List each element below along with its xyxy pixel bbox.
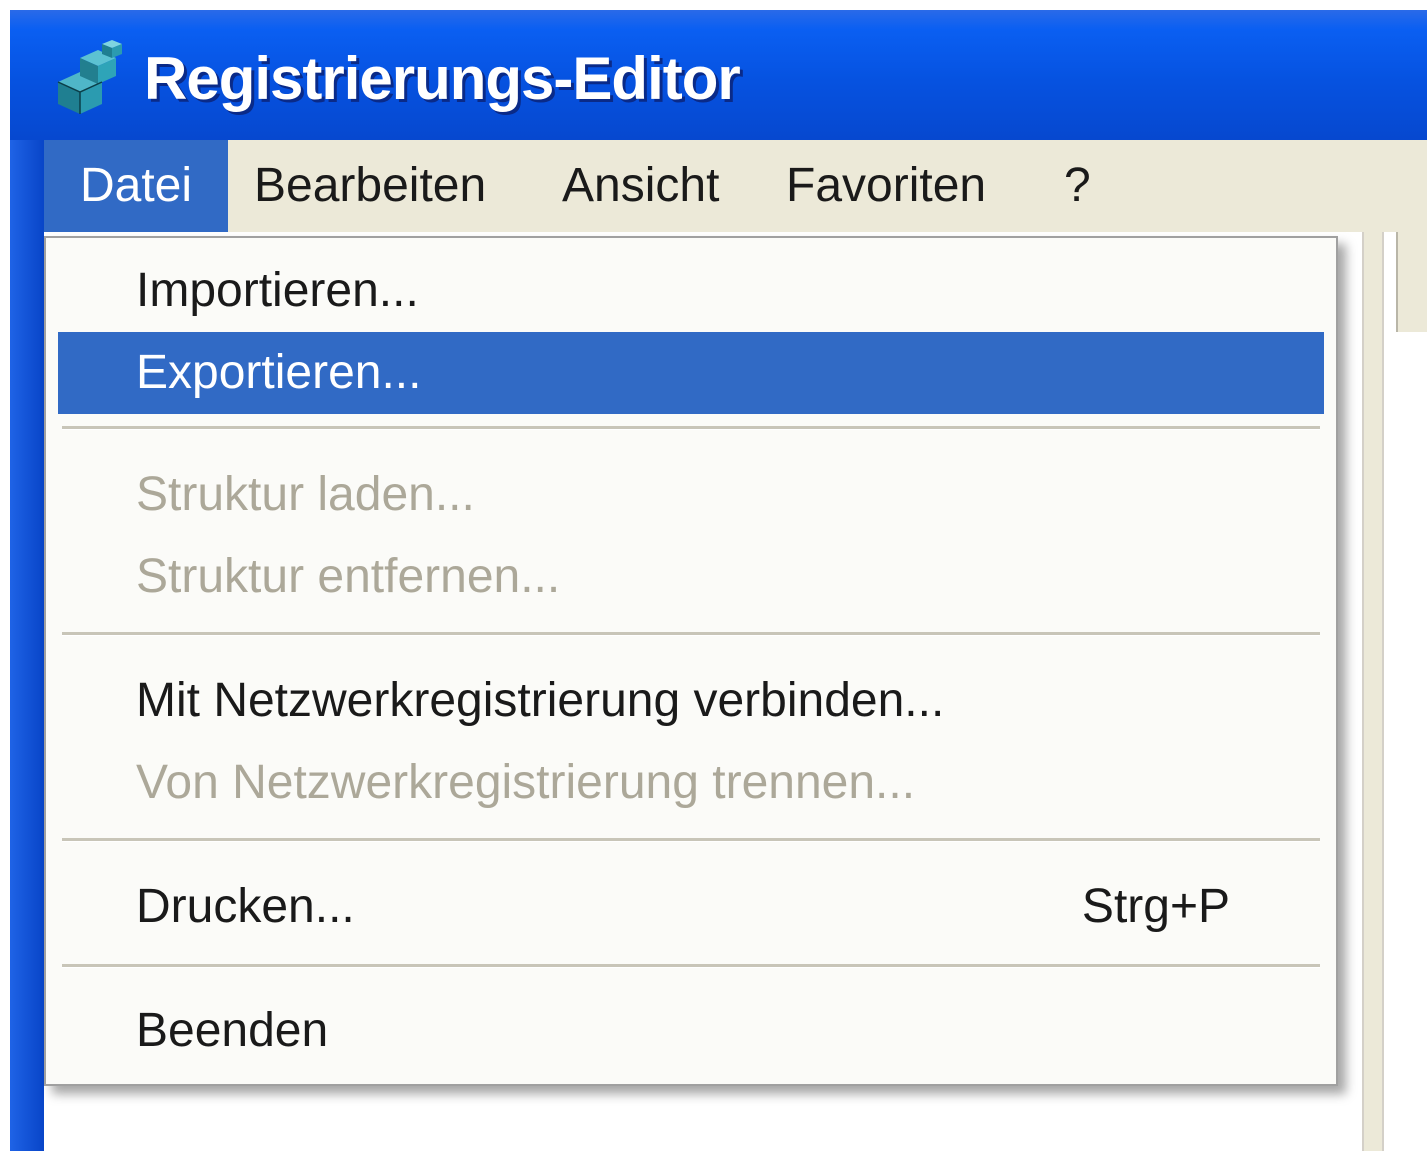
menu-separator <box>62 632 1320 636</box>
menu-separator <box>62 426 1320 430</box>
menu-item-connect-network-registry[interactable]: Mit Netzwerkregistrierung verbinden... <box>58 660 1324 742</box>
menu-item-label: Mit Netzwerkregistrierung verbinden... <box>136 674 945 727</box>
menu-item-export[interactable]: Exportieren... <box>58 332 1324 414</box>
values-list-header <box>1396 232 1427 332</box>
menu-ansicht[interactable]: Ansicht <box>562 140 719 232</box>
file-menu-dropdown: Importieren... Exportieren... Struktur l… <box>44 236 1338 1086</box>
menu-item-label: Struktur entfernen... <box>136 550 561 603</box>
window-left-border <box>10 140 44 1151</box>
menu-favoriten[interactable]: Favoriten <box>786 140 986 232</box>
menu-item-shortcut: Strg+P <box>1081 880 1230 933</box>
menu-item-exit[interactable]: Beenden <box>58 990 1324 1072</box>
menu-item-unload-hive[interactable]: Struktur entfernen... <box>58 536 1324 618</box>
menu-item-label: Struktur laden... <box>136 468 475 521</box>
menu-item-load-hive[interactable]: Struktur laden... <box>58 454 1324 536</box>
menu-item-label: Importieren... <box>136 264 419 317</box>
title-bar[interactable]: Registrierungs-Editor <box>10 10 1427 140</box>
menu-help[interactable]: ? <box>1064 140 1091 232</box>
menu-item-label: Drucken... <box>136 880 355 933</box>
menu-item-label: Von Netzwerkregistrierung trennen... <box>136 756 916 809</box>
window-title: Registrierungs-Editor <box>144 45 741 112</box>
menu-item-import[interactable]: Importieren... <box>58 250 1324 332</box>
menu-datei[interactable]: Datei <box>44 140 228 232</box>
menu-bearbeiten[interactable]: Bearbeiten <box>254 140 486 232</box>
menu-separator <box>62 838 1320 842</box>
menu-bar: Datei Bearbeiten Ansicht Favoriten ? <box>44 140 1427 232</box>
menu-separator <box>62 964 1320 968</box>
menu-item-label: Exportieren... <box>136 346 422 399</box>
menu-item-label: Beenden <box>136 1004 329 1057</box>
registry-cubes-icon <box>57 40 122 114</box>
pane-splitter[interactable] <box>1362 232 1384 1151</box>
menu-item-print[interactable]: Drucken... Strg+P <box>58 866 1324 948</box>
menu-item-disconnect-network-registry[interactable]: Von Netzwerkregistrierung trennen... <box>58 742 1324 824</box>
